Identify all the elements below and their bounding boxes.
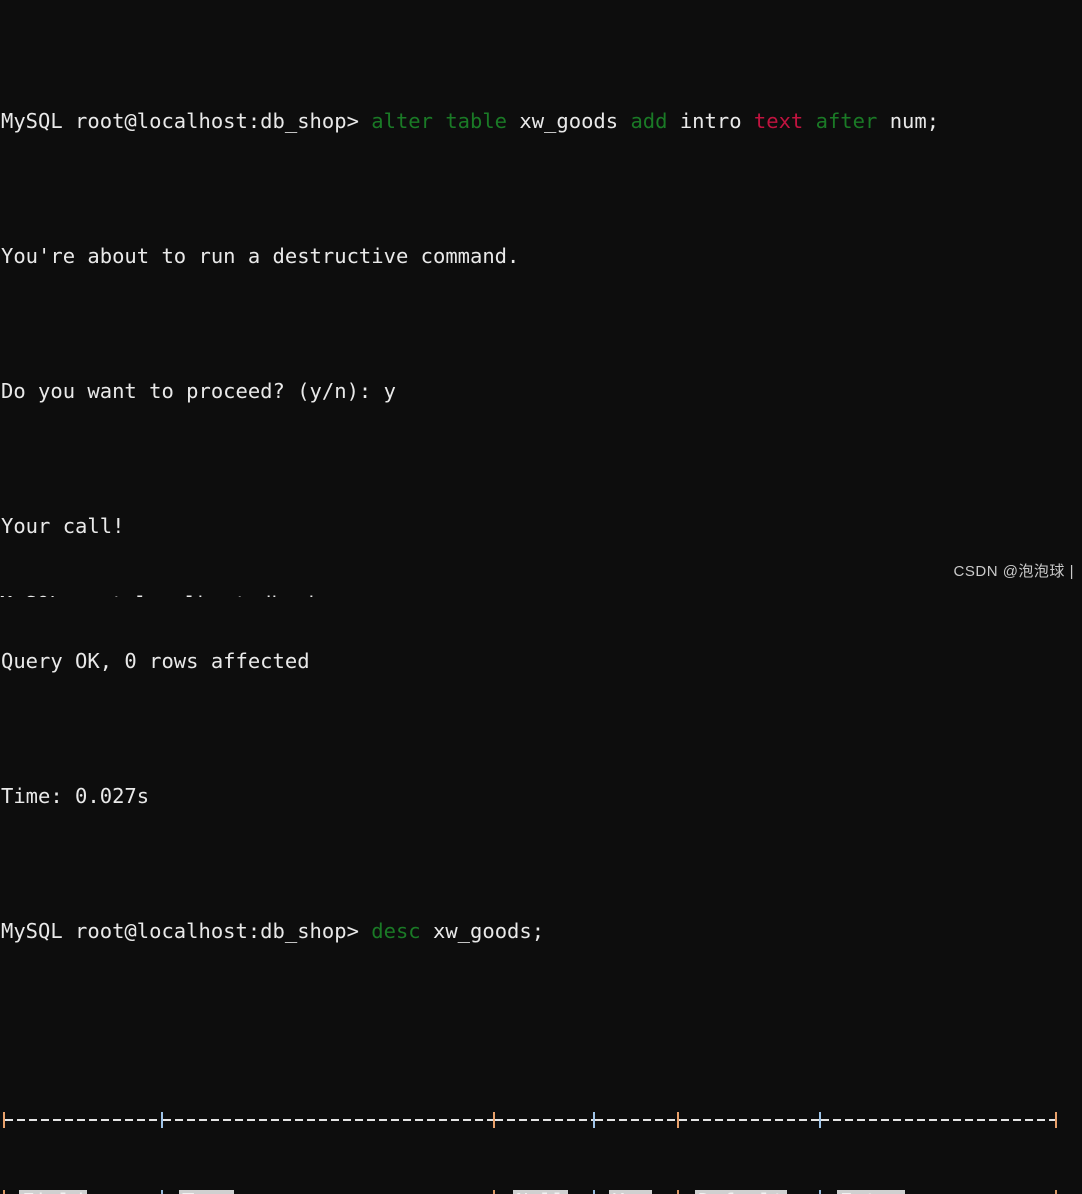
sql-datatype-text: text	[753, 109, 804, 133]
sql-column-name: intro	[679, 109, 742, 133]
table-rule-junction	[819, 1112, 821, 1128]
table-vertical-separator	[593, 1190, 595, 1194]
table-rule-junction	[593, 1112, 595, 1128]
sql-keyword-add: add	[630, 109, 668, 133]
sql-after-column: num;	[889, 109, 940, 133]
table-horizontal-rule-segment	[821, 1119, 1055, 1121]
table-vertical-separator	[3, 1190, 5, 1194]
table-header-field: Field	[19, 1190, 87, 1194]
table-horizontal-rule-segment	[495, 1119, 593, 1121]
table-horizontal-rule-segment	[679, 1119, 819, 1121]
your-call-line: Your call!	[1, 514, 125, 538]
table-header-row: Field Type Null Key Default Extra	[1, 1188, 1082, 1194]
sql-table-name: xw_goods	[519, 109, 619, 133]
table-vertical-separator	[493, 1190, 495, 1194]
table-rule-junction	[1055, 1112, 1057, 1128]
table-rule-junction	[493, 1112, 495, 1128]
terminal-line-command-1: MySQL root@localhost:db_shop> alter tabl…	[1, 108, 1082, 135]
table-header-default: Default	[695, 1190, 788, 1194]
shell-prompt-2: MySQL root@localhost:db_shop>	[1, 919, 359, 943]
table-vertical-separator	[819, 1190, 821, 1194]
table-vertical-separator	[161, 1190, 163, 1194]
table-rule-junction	[3, 1112, 5, 1128]
shell-prompt: MySQL root@localhost:db_shop>	[1, 109, 359, 133]
desc-result-table: FieldTypeNullKeyDefaultExtra statetinyin…	[1, 1053, 1082, 1194]
time-line-1: Time: 0.027s	[1, 784, 150, 808]
table-rule-top	[1, 1107, 1082, 1134]
table-horizontal-rule-segment	[5, 1119, 161, 1121]
cutoff-next-prompt-line: MySQL root@localhost:db_shop>	[0, 591, 1082, 597]
table-horizontal-rule-segment	[595, 1119, 677, 1121]
sql-keyword-after: after	[815, 109, 878, 133]
cutoff-prompt-text: MySQL root@localhost:db_shop>	[0, 591, 1082, 597]
table-rule-junction	[677, 1112, 679, 1128]
confirm-prompt-line: Do you want to proceed? (y/n): y	[1, 378, 1082, 405]
table-header-key: Key	[609, 1190, 653, 1194]
destructive-warning-line: You're about to run a destructive comman…	[1, 244, 520, 268]
table-header-extra: Extra	[837, 1190, 905, 1194]
table-header-type: Type	[179, 1190, 235, 1194]
table-vertical-separator	[1055, 1190, 1057, 1194]
table-rule-junction	[161, 1112, 163, 1128]
query-ok-line: Query OK, 0 rows affected	[1, 649, 310, 673]
sql-keyword-desc: desc	[371, 919, 421, 943]
table-horizontal-rule-segment	[163, 1119, 493, 1121]
confirm-question: Do you want to proceed? (y/n):	[1, 379, 384, 403]
table-header-null: Null	[513, 1190, 569, 1194]
csdn-watermark: CSDN @泡泡球 |	[953, 563, 1074, 580]
terminal-screen[interactable]: MySQL root@localhost:db_shop> alter tabl…	[0, 0, 1082, 1194]
terminal-line-command-2: MySQL root@localhost:db_shop> desc xw_go…	[1, 918, 1082, 945]
confirm-answer: y	[383, 379, 396, 403]
sql-table-name-2: xw_goods;	[432, 919, 545, 943]
table-vertical-separator	[677, 1190, 679, 1194]
sql-keyword-alter-table: alter table	[371, 109, 508, 133]
